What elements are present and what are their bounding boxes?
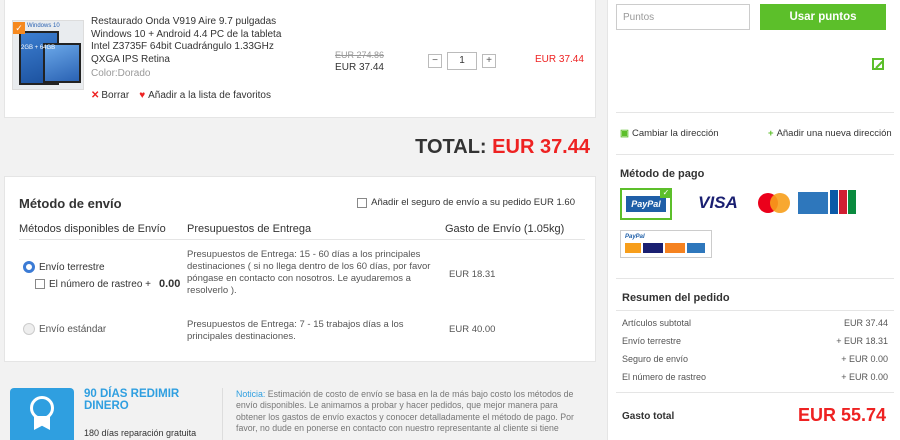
tracking-value: 0.00 (159, 278, 181, 290)
check-icon: ✓ (660, 188, 672, 198)
option-name: Envío terrestre (39, 262, 105, 273)
use-points-button[interactable]: Usar puntos (760, 4, 886, 30)
mastercard-logo[interactable] (756, 192, 792, 214)
shipping-notice: Noticia: Estimación de costo de envío se… (236, 389, 588, 434)
quantity-stepper: − 1 + (428, 52, 496, 70)
tracking-option[interactable]: El número de rastreo + 0.00 (35, 278, 180, 290)
summary-row: Artículos subtotal EUR 37.44 (622, 318, 888, 328)
tracking-checkbox[interactable] (35, 279, 45, 289)
cart-item: Windows 10 2GB + 64GB ✓ Restaurado Onda … (4, 0, 596, 118)
divider (616, 310, 894, 311)
summary-value: + EUR 18.31 (836, 336, 888, 346)
edit-icon[interactable] (872, 58, 884, 70)
amex-logo[interactable] (798, 192, 828, 214)
grand-total-value: EUR 55.74 (797, 405, 886, 425)
delete-label: Borrar (101, 90, 130, 101)
thumb-label: Windows 10 (27, 23, 60, 29)
radio-selected[interactable] (23, 261, 35, 273)
shipping-title: Método de envío (19, 196, 122, 211)
item-actions: ✕ Borrar ♥ Añadir a la lista de favoritos (91, 90, 271, 101)
points-input[interactable]: Puntos (616, 4, 750, 30)
paypal-option[interactable]: PayPal ✓ (620, 188, 672, 220)
change-address-label: Cambiar la dirección (631, 128, 719, 139)
total-label: TOTAL: (415, 136, 487, 158)
option-budget: Presupuestos de Entrega: 15 - 60 días a … (187, 249, 431, 296)
decrease-button[interactable]: − (428, 54, 442, 68)
paypal-logo: PayPal (626, 196, 666, 212)
product-color: Color:Dorado (91, 68, 151, 79)
option-cost: EUR 40.00 (449, 324, 496, 335)
new-address-label: Añadir una nueva dirección (776, 128, 892, 139)
summary-row: Envío terrestre + EUR 18.31 (622, 336, 888, 346)
delete-link[interactable]: ✕ Borrar (91, 90, 129, 101)
summary-value: + EUR 0.00 (841, 354, 888, 364)
notice-label: Noticia: (236, 389, 266, 399)
summary-row: El número de rastreo + EUR 0.00 (622, 372, 888, 382)
divider (19, 239, 585, 240)
paypal-small-logo: PayPal (625, 234, 645, 240)
tracking-label: El número de rastreo + (49, 278, 151, 290)
header-cost: Gasto de Envío (1.05kg) (445, 223, 565, 235)
cart-total: TOTAL: EUR 37.44 (415, 136, 590, 159)
summary-label: Artículos subtotal (622, 318, 692, 328)
jcb-logo[interactable] (830, 190, 856, 216)
summary-value: + EUR 0.00 (841, 372, 888, 382)
favorite-label: Añadir a la lista de favoritos (148, 90, 271, 101)
paypal-cards-option[interactable]: PayPal (620, 230, 712, 258)
plus-icon: + (768, 128, 774, 139)
favorite-link[interactable]: ♥ Añadir a la lista de favoritos (139, 90, 271, 101)
divider (616, 392, 894, 393)
total-amount: EUR 37.44 (492, 136, 590, 158)
summary-title: Resumen del pedido (622, 292, 730, 304)
guarantee-subtitle: 180 días reparación gratuita (84, 428, 197, 438)
new-address-link[interactable]: + Añadir una nueva dirección (768, 128, 892, 139)
order-sidebar: Puntos Usar puntos ▣ Cambiar la dirección… (607, 0, 900, 440)
visa-logo[interactable]: VISA (688, 190, 748, 216)
guarantee-title: 90 DÍAS REDIMIR DINERO (84, 388, 180, 412)
increase-button[interactable]: + (482, 54, 496, 68)
summary-label: Envío terrestre (622, 336, 682, 346)
insurance-checkbox[interactable] (357, 197, 368, 208)
insurance-option[interactable]: Añadir el seguro de envío a su pedido EU… (357, 197, 575, 208)
summary-label: Seguro de envío (622, 354, 689, 364)
header-methods: Métodos disponibles de Envío (19, 223, 166, 235)
change-address-link[interactable]: ▣ Cambiar la dirección (620, 128, 719, 139)
option-budget: Presupuestos de Entrega: 7 - 15 trabajos… (187, 319, 404, 342)
summary-value: EUR 37.44 (843, 318, 888, 328)
insurance-label: Añadir el seguro de envío a su pedido EU… (371, 197, 575, 208)
medal-ribbon (34, 416, 50, 430)
medal-icon (10, 388, 74, 440)
product-title[interactable]: Restaurado Onda V919 Aire 9.7 pulgadas W… (91, 16, 303, 66)
option-name: Envío estándar (39, 324, 107, 335)
guarantee-block: 90 DÍAS REDIMIR DINERO 180 días reparaci… (4, 376, 222, 440)
address-icon: ▣ (620, 128, 629, 139)
option-cost: EUR 18.31 (449, 269, 496, 280)
quantity-input[interactable]: 1 (447, 52, 477, 70)
thumb-spec: 2GB + 64GB (21, 45, 56, 51)
notice-text: Estimación de costo de envío se basa en … (236, 389, 574, 433)
heart-icon: ♥ (139, 90, 146, 101)
old-price: EUR 274.86 (335, 50, 385, 60)
shipping-section: Método de envío Añadir el seguro de enví… (4, 176, 596, 362)
divider (616, 154, 894, 155)
divider (616, 112, 894, 113)
unit-price: EUR 274.86 EUR 37.44 (335, 50, 384, 73)
radio-unselected[interactable] (23, 323, 35, 335)
summary-label: El número de rastreo (622, 372, 707, 382)
current-price: EUR 37.44 (335, 62, 384, 73)
summary-row: Seguro de envío + EUR 0.00 (622, 354, 888, 364)
grand-total-label: Gasto total (622, 411, 675, 422)
item-select-checkbox[interactable]: ✓ (13, 22, 25, 34)
header-budget: Presupuestos de Entrega (187, 223, 312, 235)
checkout-page: Windows 10 2GB + 64GB ✓ Restaurado Onda … (0, 0, 900, 440)
divider (222, 388, 223, 440)
divider (616, 278, 894, 279)
payment-title: Método de pago (620, 168, 705, 180)
line-total: EUR 37.44 (535, 54, 584, 65)
main-column: Windows 10 2GB + 64GB ✓ Restaurado Onda … (0, 0, 600, 440)
close-icon: ✕ (91, 90, 100, 101)
